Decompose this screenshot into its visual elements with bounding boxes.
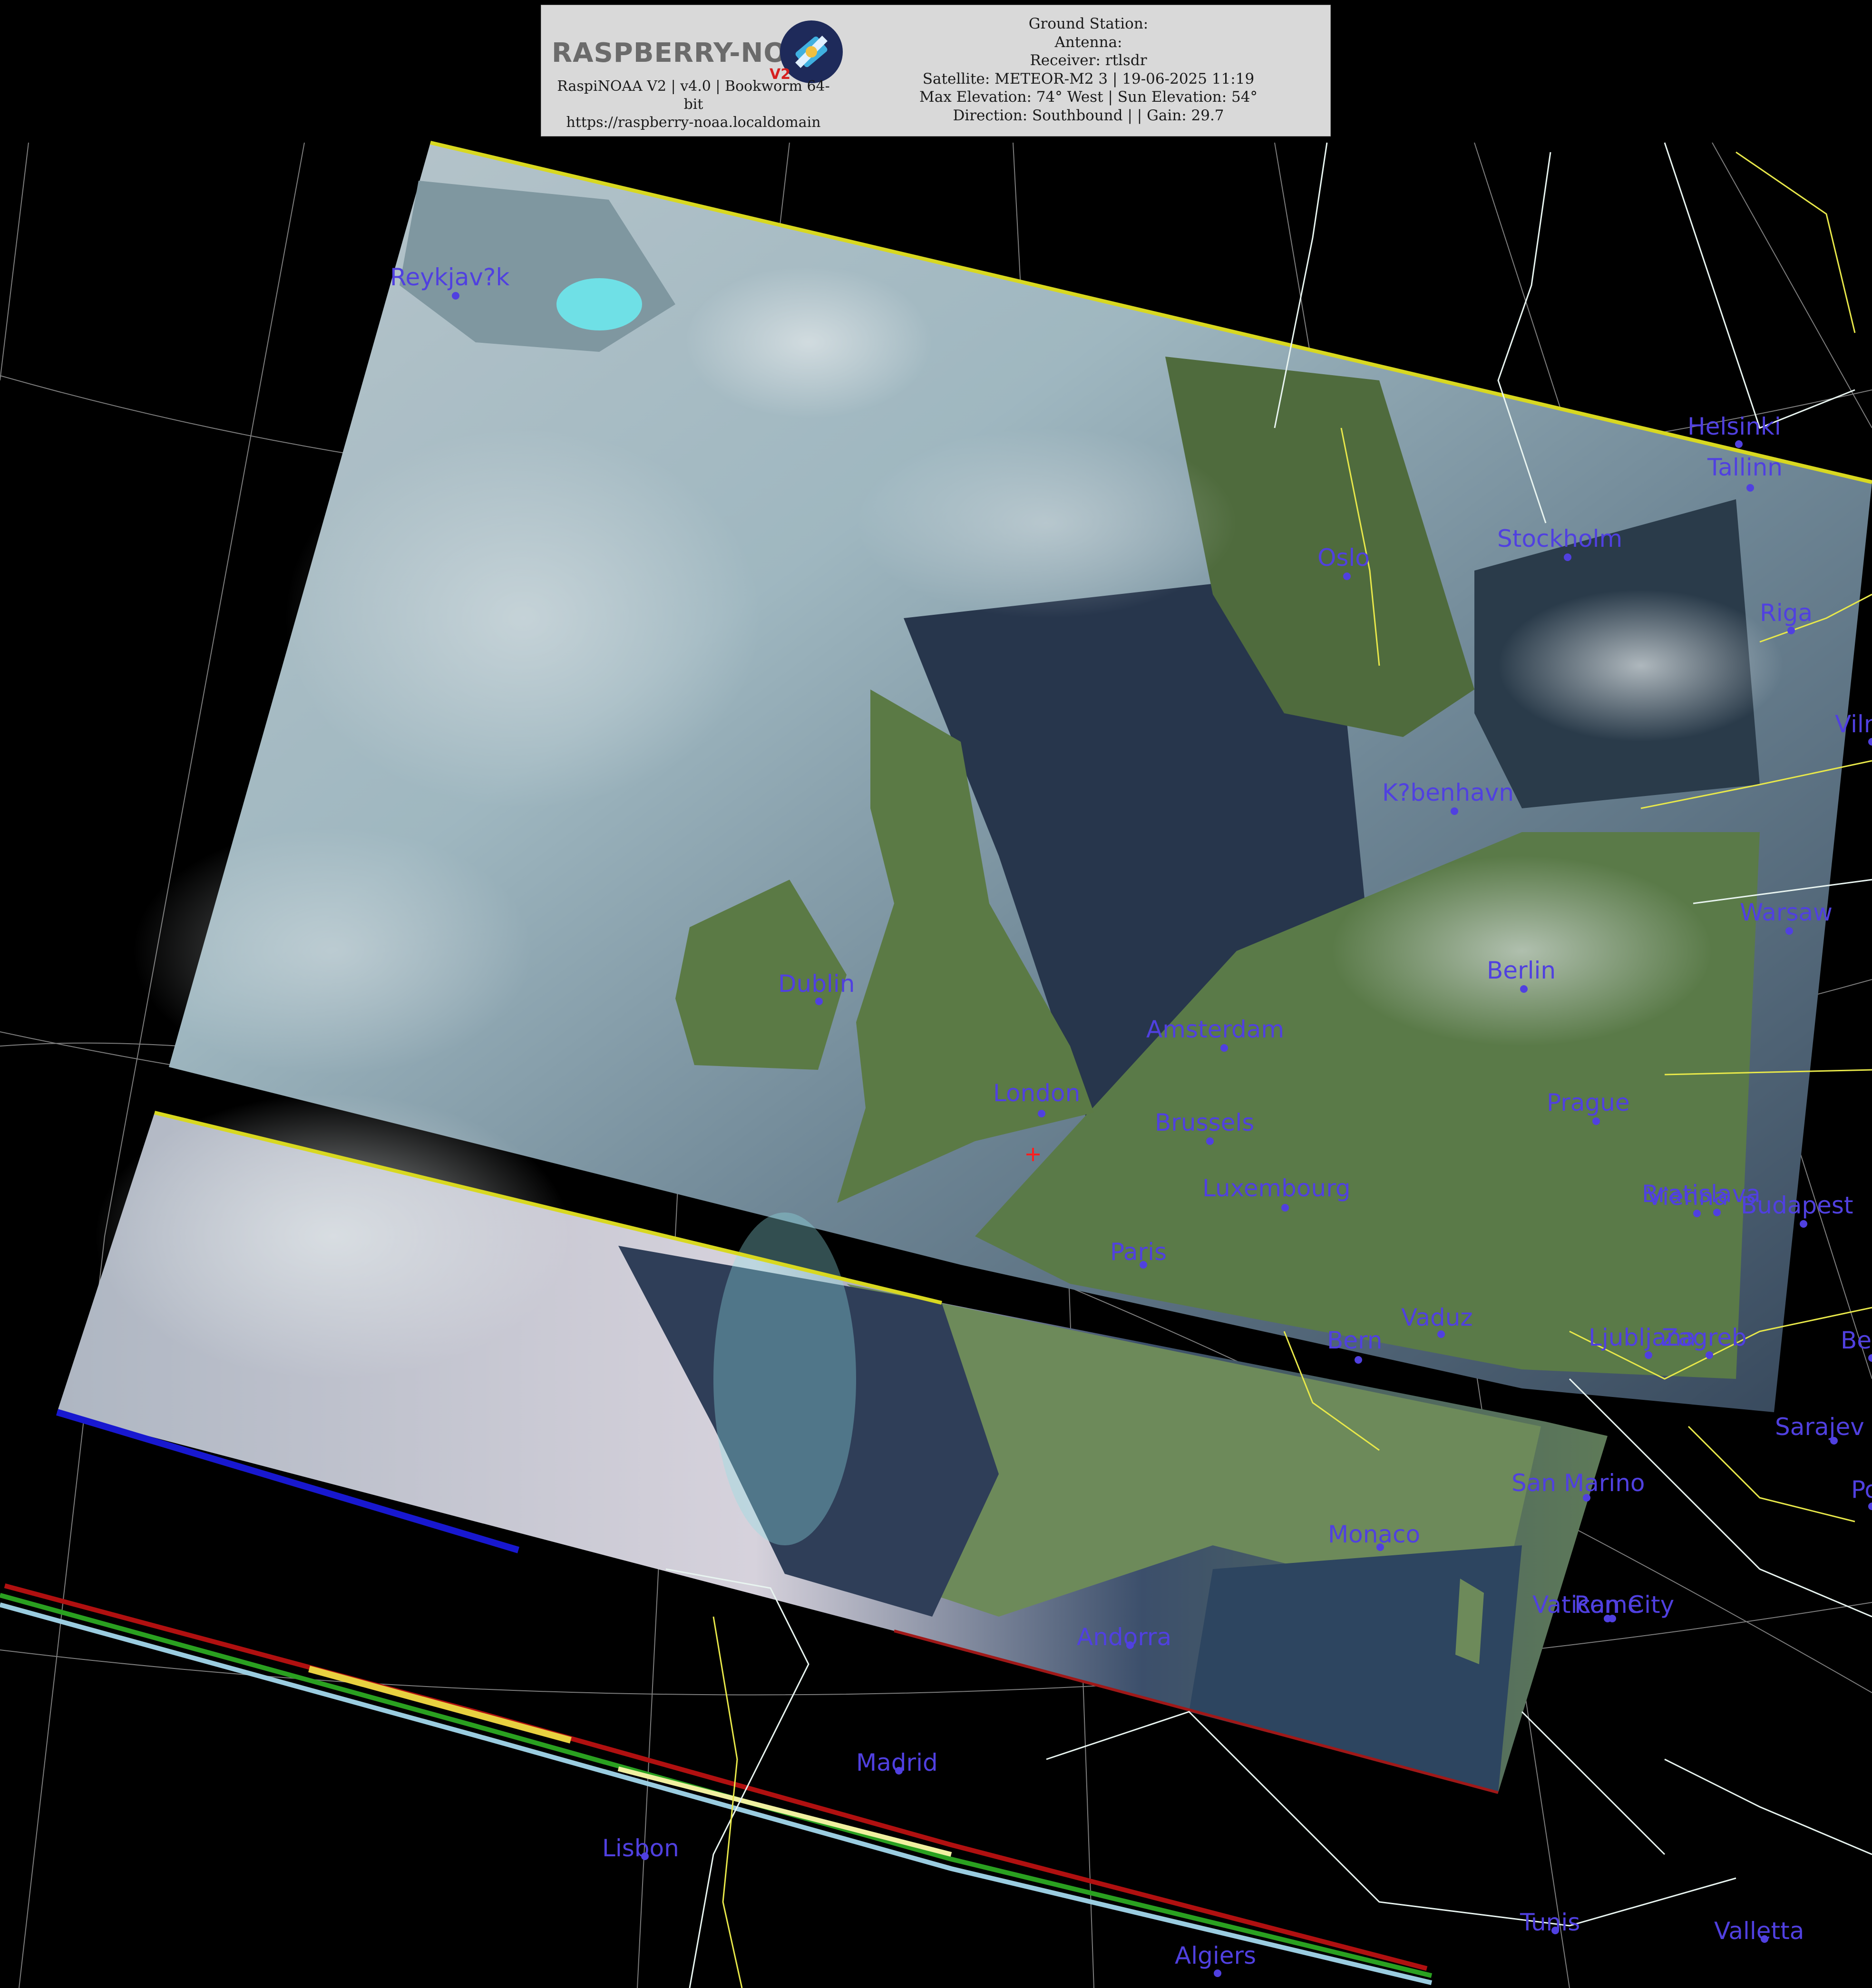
- city-marker: Tunis: [1520, 1909, 1580, 1936]
- city-label: Stockholm: [1497, 525, 1622, 553]
- city-label: Pod: [1851, 1476, 1872, 1503]
- city-marker: Be: [1841, 1327, 1872, 1362]
- city-label: Brussels: [1155, 1109, 1254, 1136]
- city-label: Andorra: [1077, 1623, 1171, 1651]
- city-label: Berlin: [1487, 957, 1556, 984]
- elevation-line: Max Elevation: 74° West | Sun Elevation:…: [919, 88, 1258, 106]
- satellite-map: Reykjav?k Helsinki Tallinn Stockholm Oslo Rig…: [0, 141, 1872, 1988]
- city-dot: [1214, 1969, 1221, 1977]
- city-label: Bern: [1327, 1327, 1382, 1354]
- city-label: Tunis: [1520, 1909, 1580, 1936]
- city-label: Zagreb: [1662, 1324, 1747, 1351]
- city-label: Algiers: [1175, 1942, 1256, 1969]
- direction-line: Direction: Southbound | | Gain: 29.7: [953, 107, 1224, 124]
- satellite-line: Satellite: METEOR-M2 3 | 19-06-2025 11:1…: [922, 70, 1255, 87]
- city-label: Oslo: [1317, 544, 1370, 572]
- city-label: K?benhavn: [1382, 779, 1514, 806]
- city-label: Riga: [1760, 599, 1813, 627]
- city-dot: [1376, 1543, 1384, 1551]
- city-marker: Monaco: [1328, 1521, 1420, 1551]
- city-dot: [452, 292, 459, 300]
- city-label: Lisbon: [602, 1834, 679, 1862]
- city-dot: [1693, 1210, 1701, 1217]
- city-label: Rome: [1574, 1591, 1642, 1619]
- city-label: Luxembourg: [1202, 1174, 1351, 1202]
- software-line: bit: [683, 96, 703, 113]
- city-label: Sarajev: [1775, 1413, 1864, 1441]
- city-marker: Bern: [1327, 1327, 1382, 1364]
- raspberry-noaa-logo: RASPBERRY-NOAA V2: [546, 14, 850, 83]
- pass-info-header: RASPBERRY-NOAA V2 RaspiNOAA V2 | v4.0 | …: [541, 5, 1331, 136]
- city-dot: [1609, 1615, 1616, 1622]
- city-dot: [1451, 807, 1458, 815]
- city-label: Warsaw: [1740, 899, 1833, 926]
- city-label: Valletta: [1714, 1917, 1804, 1945]
- city-dot: [895, 1767, 903, 1775]
- city-marker: Lisbon: [602, 1834, 679, 1862]
- city-label: Monaco: [1328, 1521, 1420, 1548]
- city-marker: Pod: [1851, 1476, 1872, 1510]
- city-label: Helsinki: [1687, 413, 1781, 440]
- city-label: Tallinn: [1707, 454, 1783, 481]
- city-dot: [1355, 1356, 1362, 1364]
- city-label: Dublin: [778, 970, 855, 998]
- city-dot: [1520, 985, 1528, 993]
- city-label: Paris: [1110, 1238, 1167, 1266]
- city-dot: [1645, 1351, 1652, 1359]
- city-dot: [1281, 1204, 1289, 1212]
- city-dot: [1787, 627, 1795, 634]
- city-dot: [1746, 484, 1754, 492]
- city-label: Amsterdam: [1146, 1016, 1284, 1043]
- city-label: Reykjav?k: [390, 263, 509, 291]
- city-dot: [1038, 1110, 1045, 1117]
- city-dot: [1800, 1220, 1807, 1228]
- city-label: London: [993, 1079, 1080, 1107]
- city-dot: [1592, 1117, 1600, 1125]
- city-dot: [1564, 553, 1571, 561]
- city-dot: [1583, 1494, 1590, 1502]
- city-dot: [1343, 572, 1351, 580]
- city-dot: [1735, 440, 1743, 448]
- station-url: https://raspberry-noaa.localdomain: [566, 114, 821, 131]
- city-marker: San Marino: [1511, 1469, 1645, 1502]
- ground-station-line: Ground Station:: [1028, 15, 1149, 32]
- city-dot: [1437, 1330, 1445, 1338]
- software-line: RaspiNOAA V2 | v4.0 | Bookworm 64-: [557, 78, 830, 95]
- city-dot: [1830, 1437, 1838, 1445]
- city-marker: Andorra: [1077, 1623, 1171, 1651]
- city-label: Budapest: [1741, 1192, 1853, 1219]
- city-dot: [1706, 1351, 1713, 1359]
- city-marker: Rome: [1574, 1591, 1642, 1622]
- software-info: RaspiNOAA V2 | v4.0 | Bookworm 64- bit h…: [541, 78, 846, 132]
- city-label: Vienna: [1647, 1183, 1728, 1211]
- city-dot: [1761, 1935, 1768, 1943]
- city-dot: [1785, 927, 1793, 935]
- city-marker: Madrid: [856, 1749, 938, 1776]
- city-dot: [1140, 1261, 1147, 1269]
- city-marker: Valletta: [1714, 1917, 1804, 1945]
- city-label: Viln: [1835, 710, 1872, 738]
- city-dot: [1868, 1354, 1872, 1362]
- city-dot: [815, 998, 823, 1005]
- city-dot: [1206, 1137, 1214, 1145]
- city-dot: [1868, 1503, 1872, 1510]
- city-dot: [1126, 1641, 1134, 1649]
- city-dot: [641, 1852, 649, 1860]
- city-dot: [1220, 1044, 1228, 1052]
- antenna-line: Antenna:: [1054, 33, 1122, 51]
- city-label: Vaduz: [1401, 1304, 1473, 1331]
- city-dot: [1551, 1927, 1559, 1934]
- receiver-line: Receiver: rtlsdr: [1030, 52, 1147, 69]
- city-marker: Paris: [1110, 1238, 1167, 1269]
- pass-details: Ground Station: Antenna: Receiver: rtlsd…: [846, 15, 1331, 125]
- city-marker: Sarajev: [1775, 1413, 1864, 1445]
- city-label: Prague: [1547, 1089, 1630, 1116]
- city-dot: [1868, 738, 1872, 746]
- city-label: San Marino: [1511, 1469, 1645, 1497]
- city-label: Be: [1841, 1327, 1872, 1354]
- city-marker: Algiers: [1175, 1942, 1256, 1977]
